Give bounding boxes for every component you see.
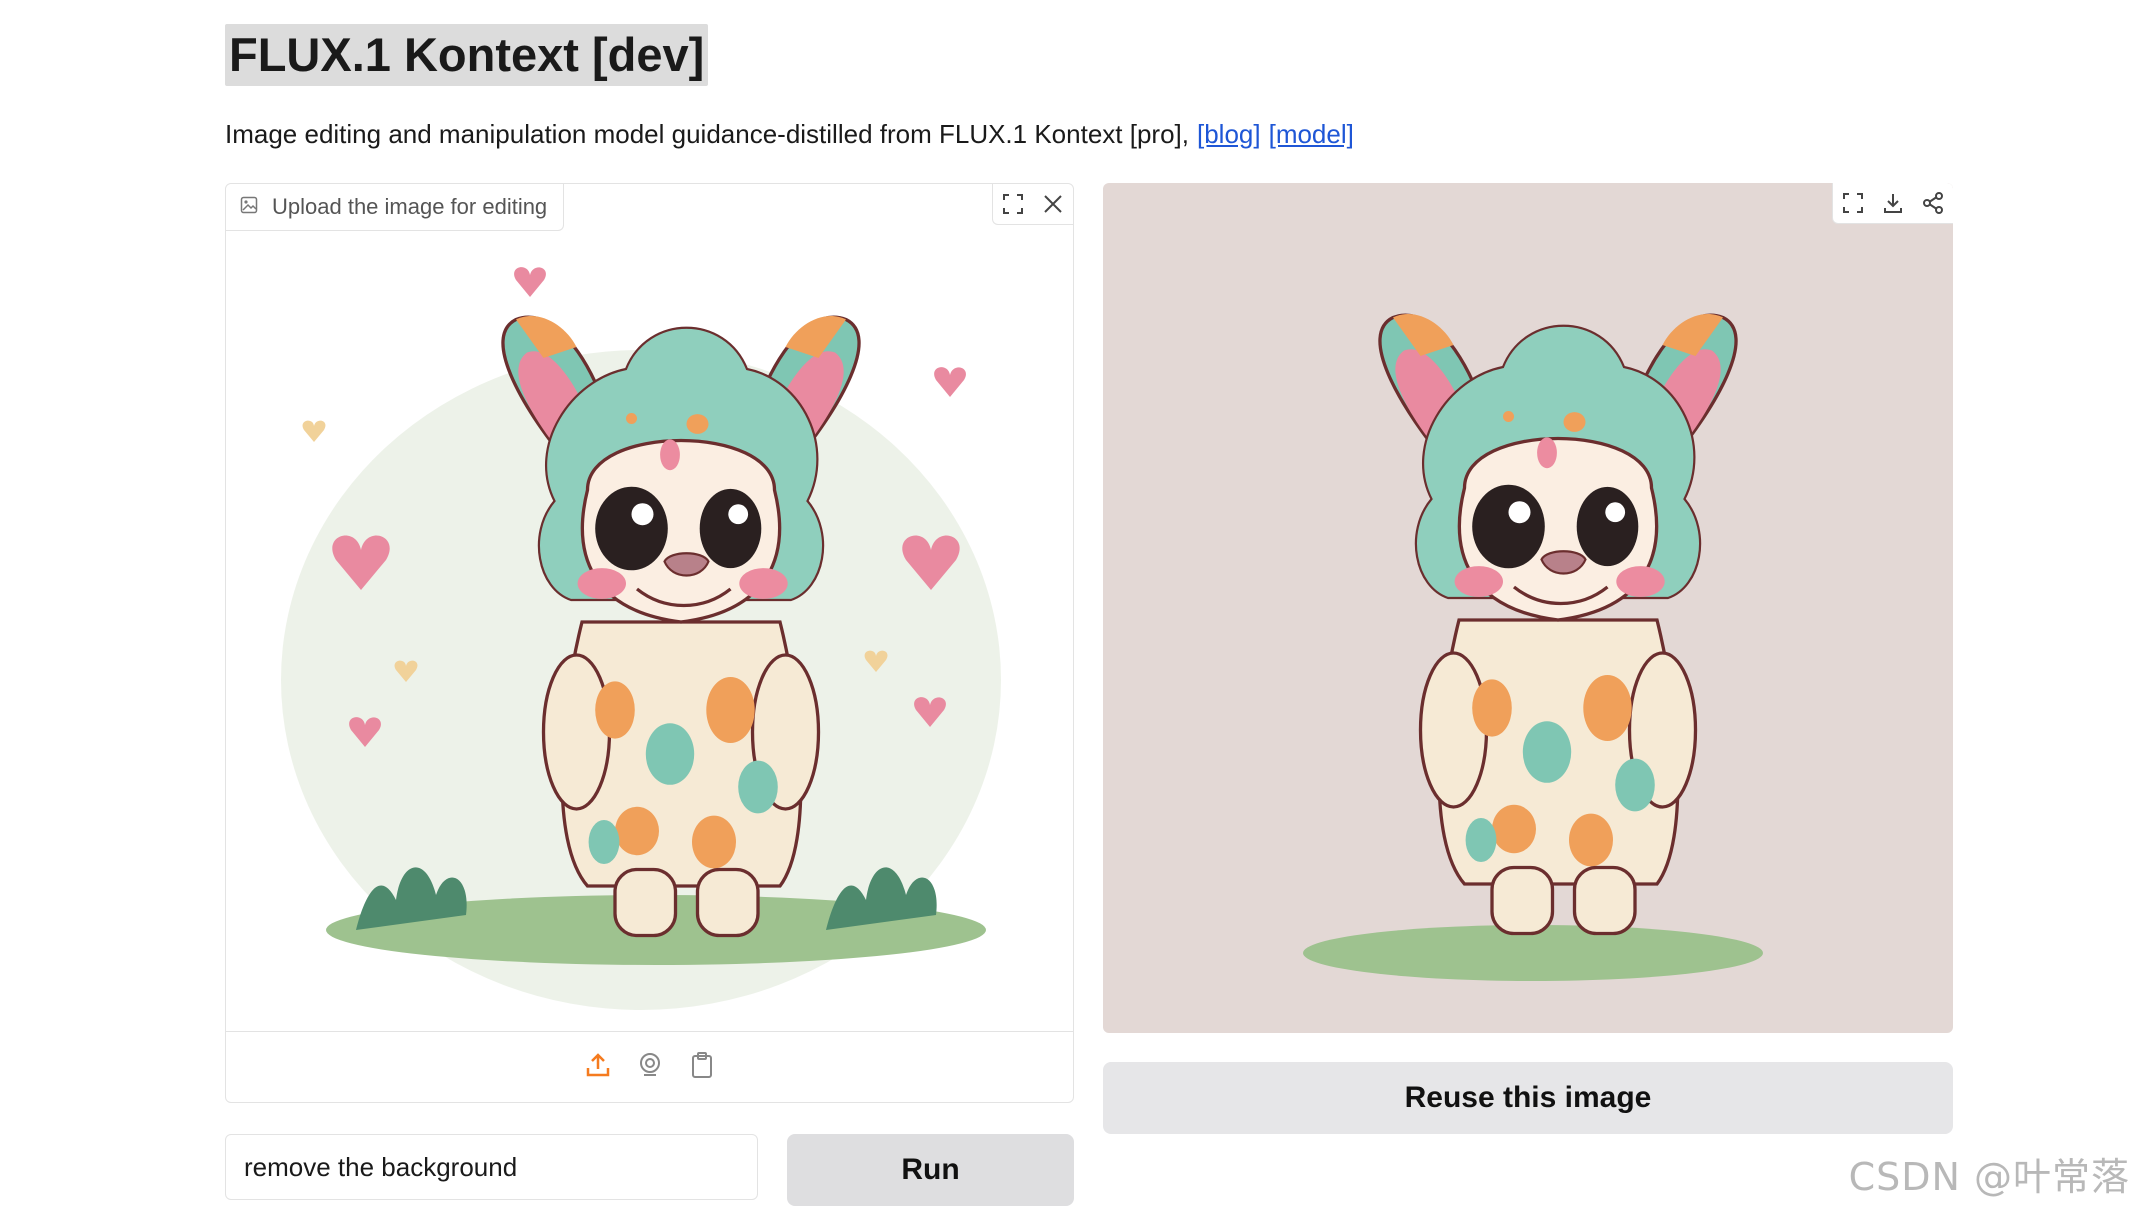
description-text: Image editing and manipulation model gui… [225, 119, 1189, 149]
input-image [226, 230, 1073, 1032]
webcam-icon[interactable] [636, 1051, 664, 1084]
blog-link[interactable]: [blog] [1197, 119, 1261, 149]
download-icon[interactable] [1873, 183, 1913, 223]
run-button[interactable]: Run [787, 1134, 1074, 1206]
upload-icon[interactable] [584, 1051, 612, 1084]
image-source-bar [226, 1031, 1073, 1102]
reuse-image-button[interactable]: Reuse this image [1103, 1062, 1953, 1134]
prompt-input[interactable]: remove the background [225, 1134, 758, 1200]
watermark: CSDN @叶常落 [1848, 1155, 2130, 1199]
page-title: FLUX.1 Kontext [dev] [225, 24, 709, 86]
share-icon[interactable] [1913, 183, 1953, 223]
fullscreen-icon[interactable] [993, 184, 1033, 224]
page-description: Image editing and manipulation model gui… [225, 116, 1354, 152]
fullscreen-icon[interactable] [1833, 183, 1873, 223]
output-image [1303, 312, 1763, 981]
close-icon[interactable] [1033, 184, 1073, 224]
clipboard-icon[interactable] [688, 1051, 716, 1084]
input-image-panel[interactable]: Upload the image for editing [225, 183, 1074, 1103]
model-link[interactable]: [model] [1269, 119, 1354, 149]
output-panel-toolbar [1832, 183, 1953, 224]
output-image-panel [1103, 183, 1953, 1033]
image-icon [240, 194, 258, 220]
upload-label: Upload the image for editing [226, 184, 565, 231]
input-panel-toolbar [992, 184, 1073, 225]
upload-label-text: Upload the image for editing [272, 194, 548, 219]
